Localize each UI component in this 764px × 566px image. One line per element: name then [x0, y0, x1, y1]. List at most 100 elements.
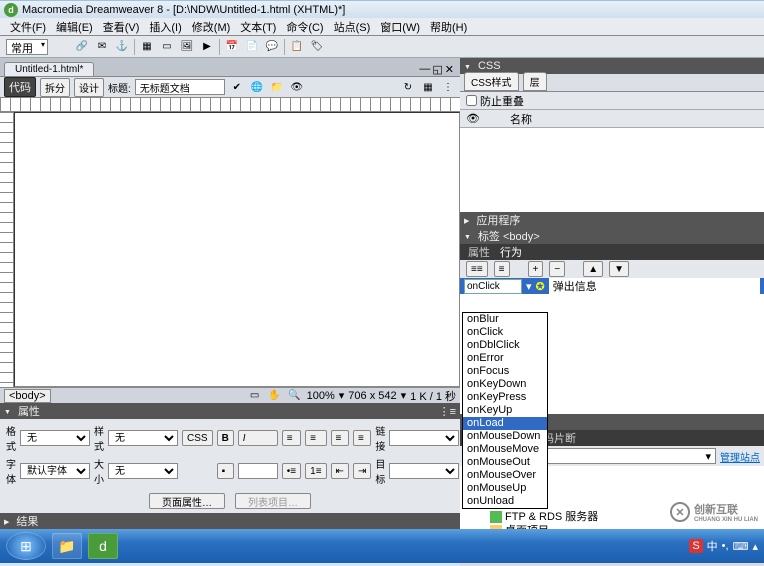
align-right-icon[interactable]: ≡: [331, 430, 349, 446]
zoom-level[interactable]: 100%: [307, 390, 335, 402]
application-panel-header[interactable]: 应用程序: [460, 212, 764, 228]
event-select[interactable]: [464, 279, 522, 294]
action-name[interactable]: 弹出信息: [549, 278, 760, 294]
div-icon[interactable]: ▭: [159, 39, 175, 55]
manage-sites-link[interactable]: 管理站点: [720, 449, 760, 464]
css-styles-tab[interactable]: CSS样式: [464, 72, 519, 91]
ime-punct-icon[interactable]: •,: [722, 540, 729, 552]
restore-icon[interactable]: ◱: [432, 63, 442, 76]
show-all-events-icon[interactable]: ≡: [494, 261, 510, 277]
event-option[interactable]: onMouseOut: [463, 456, 547, 469]
add-behavior-button[interactable]: +: [528, 261, 544, 277]
named-anchor-icon[interactable]: ⚓: [114, 39, 130, 55]
document-title-input[interactable]: [135, 79, 225, 95]
show-set-events-icon[interactable]: ≡≡: [466, 261, 488, 277]
refresh-icon[interactable]: ↻: [400, 79, 416, 95]
italic-button[interactable]: I: [238, 430, 278, 446]
email-link-icon[interactable]: ✉: [94, 39, 110, 55]
event-option[interactable]: onMouseMove: [463, 443, 547, 456]
event-option[interactable]: onKeyPress: [463, 391, 547, 404]
ime-lang-icon[interactable]: 中: [707, 538, 718, 554]
prevent-overlap-checkbox[interactable]: [466, 95, 477, 106]
menu-text[interactable]: 文本(T): [236, 18, 280, 36]
taskbar-explorer-icon[interactable]: 📁: [52, 533, 82, 559]
properties-panel-header[interactable]: 属性⋮≡: [0, 403, 460, 419]
style-select[interactable]: 无: [108, 430, 178, 446]
color-input[interactable]: [238, 463, 278, 479]
select-tool-icon[interactable]: ▭: [247, 388, 263, 404]
dropdown-arrow-icon[interactable]: ▾: [526, 280, 532, 293]
event-option[interactable]: onKeyDown: [463, 378, 547, 391]
menu-site[interactable]: 站点(S): [330, 18, 375, 36]
preview-icon[interactable]: 👁: [289, 79, 305, 95]
templates-icon[interactable]: 📋: [289, 39, 305, 55]
zoom-tool-icon[interactable]: 🔍: [287, 388, 303, 404]
results-panel-header[interactable]: 结果: [0, 513, 460, 529]
event-option[interactable]: onError: [463, 352, 547, 365]
text-color-icon[interactable]: ▪: [217, 463, 234, 479]
unordered-list-icon[interactable]: •≡: [282, 463, 301, 479]
table-icon[interactable]: ▦: [139, 39, 155, 55]
ordered-list-icon[interactable]: 1≡: [305, 463, 326, 479]
menu-bar[interactable]: 文件(F) 编辑(E) 查看(V) 插入(I) 修改(M) 文本(T) 命令(C…: [0, 18, 764, 36]
bold-button[interactable]: B: [217, 430, 234, 446]
menu-view[interactable]: 查看(V): [99, 18, 144, 36]
format-select[interactable]: 无: [20, 430, 90, 446]
event-option[interactable]: onBlur: [463, 313, 547, 326]
eye-icon[interactable]: 👁: [466, 112, 480, 125]
ime-icon[interactable]: S: [689, 539, 702, 553]
link-select[interactable]: [389, 430, 459, 446]
behaviors-subtab[interactable]: 行为: [500, 244, 522, 260]
event-option[interactable]: onMouseUp: [463, 482, 547, 495]
menu-insert[interactable]: 插入(I): [145, 18, 185, 36]
event-dropdown[interactable]: onBluronClickonDblClickonErroronFocusonK…: [462, 312, 548, 509]
menu-edit[interactable]: 编辑(E): [52, 18, 97, 36]
visual-aids-icon[interactable]: ⋮: [440, 79, 456, 95]
browser-check-icon[interactable]: 🌐: [249, 79, 265, 95]
page-properties-button[interactable]: 页面属性…: [149, 493, 225, 509]
hyperlink-icon[interactable]: 🔗: [74, 39, 90, 55]
tag-selector[interactable]: <body>: [4, 389, 51, 403]
size-select[interactable]: 无: [108, 463, 178, 479]
tray-expand-icon[interactable]: ▴: [752, 540, 758, 553]
event-option[interactable]: onMouseDown: [463, 430, 547, 443]
insert-category-select[interactable]: 常用: [6, 39, 48, 55]
design-view-button[interactable]: 设计: [74, 78, 104, 97]
attributes-subtab[interactable]: 属性: [468, 244, 490, 260]
file-mgmt-icon[interactable]: 📁: [269, 79, 285, 95]
validate-icon[interactable]: ✔: [229, 79, 245, 95]
font-select[interactable]: 默认字体: [20, 463, 90, 479]
event-option[interactable]: onUnload: [463, 495, 547, 508]
ime-keyboard-icon[interactable]: ⌨: [733, 540, 749, 553]
comment-icon[interactable]: 💬: [264, 39, 280, 55]
design-canvas[interactable]: [14, 112, 460, 387]
media-icon[interactable]: ▶: [199, 39, 215, 55]
server-include-icon[interactable]: 📄: [244, 39, 260, 55]
behavior-row[interactable]: ▾ ✪ 弹出信息: [460, 278, 764, 294]
move-down-icon[interactable]: ▼: [609, 261, 629, 277]
window-size[interactable]: 706 x 542: [348, 390, 396, 402]
minimize-icon[interactable]: —: [419, 63, 430, 76]
css-button[interactable]: CSS: [182, 430, 213, 446]
start-button[interactable]: ⊞: [6, 532, 46, 560]
remove-behavior-button[interactable]: −: [549, 261, 565, 277]
event-option[interactable]: onMouseOver: [463, 469, 547, 482]
tag-panel-header[interactable]: 标签 <body>: [460, 228, 764, 244]
move-up-icon[interactable]: ▲: [583, 261, 603, 277]
outdent-icon[interactable]: ⇤: [331, 463, 349, 479]
document-tab[interactable]: Untitled-1.html*: [4, 62, 94, 76]
date-icon[interactable]: 📅: [224, 39, 240, 55]
windows-taskbar[interactable]: ⊞ 📁 d S 中 •, ⌨ ▴: [0, 529, 764, 563]
indent-icon[interactable]: ⇥: [353, 463, 371, 479]
align-left-icon[interactable]: ≡: [282, 430, 301, 446]
align-justify-icon[interactable]: ≡: [353, 430, 371, 446]
event-option[interactable]: onFocus: [463, 365, 547, 378]
panel-menu-icon[interactable]: ⋮≡: [439, 405, 456, 418]
target-select[interactable]: [389, 463, 459, 479]
event-option[interactable]: onClick: [463, 326, 547, 339]
tag-chooser-icon[interactable]: 🏷: [309, 39, 325, 55]
event-option[interactable]: onDblClick: [463, 339, 547, 352]
event-option[interactable]: onKeyUp: [463, 404, 547, 417]
code-view-button[interactable]: 代码: [4, 77, 36, 97]
menu-window[interactable]: 窗口(W): [376, 18, 424, 36]
